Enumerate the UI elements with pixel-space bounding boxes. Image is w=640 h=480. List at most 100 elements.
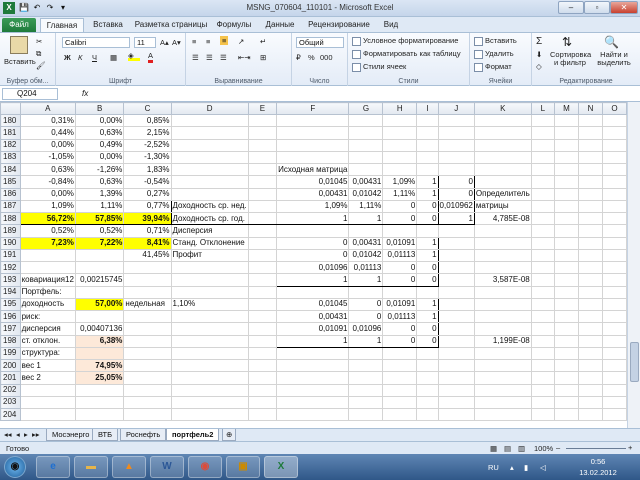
row-header[interactable]: 204 bbox=[0, 407, 21, 422]
align-bottom-icon[interactable]: ≡ bbox=[220, 36, 229, 45]
cell-m204[interactable] bbox=[553, 407, 580, 422]
cell-c203[interactable] bbox=[123, 395, 172, 410]
worksheet-grid[interactable]: ABCDEFGHIJKLMNO 180 0,31% 0,00% 0,85% 181 0,4… bbox=[0, 102, 627, 428]
zoom-in-button[interactable]: + bbox=[628, 443, 632, 452]
cell-o181[interactable] bbox=[601, 126, 627, 140]
autosum-button[interactable]: Σ bbox=[536, 36, 542, 47]
new-sheet-icon[interactable]: ⊕ bbox=[222, 429, 237, 441]
cell-n190[interactable] bbox=[578, 236, 603, 250]
cell-d190[interactable]: Станд. Отклонение bbox=[170, 236, 249, 250]
cell-c199[interactable] bbox=[123, 346, 172, 361]
cell-a190[interactable]: 7,23% bbox=[19, 236, 76, 250]
cell-i197[interactable]: 0 bbox=[416, 322, 439, 336]
cell-d198[interactable] bbox=[170, 334, 249, 348]
row-header[interactable]: 191 bbox=[0, 248, 21, 263]
cell-h196[interactable]: 0,01113 bbox=[382, 309, 418, 324]
column-header-b[interactable]: B bbox=[74, 102, 125, 115]
tab-review[interactable]: Рецензирование bbox=[304, 18, 374, 32]
cell-k197[interactable] bbox=[473, 322, 532, 336]
underline-button[interactable]: Ч bbox=[92, 53, 97, 62]
cell-c190[interactable]: 8,41% bbox=[123, 236, 172, 250]
cell-i184[interactable] bbox=[416, 162, 439, 177]
row-header[interactable]: 184 bbox=[0, 162, 21, 177]
cell-a187[interactable]: 1,09% bbox=[19, 199, 76, 214]
cell-n180[interactable] bbox=[578, 113, 603, 128]
row-header[interactable]: 185 bbox=[0, 175, 21, 189]
cell-a197[interactable]: дисперсия bbox=[19, 322, 76, 336]
cell-k192[interactable] bbox=[473, 260, 532, 275]
column-header-k[interactable]: K bbox=[473, 102, 532, 115]
cell-b203[interactable] bbox=[74, 395, 125, 410]
cell-h195[interactable]: 0,01091 bbox=[382, 297, 418, 312]
cell-f196[interactable]: 0,00431 bbox=[276, 309, 350, 324]
delete-cells-button[interactable]: Удалить bbox=[474, 49, 514, 59]
tab-data[interactable]: Данные bbox=[258, 18, 302, 32]
cell-j198[interactable] bbox=[437, 334, 475, 348]
row-header[interactable]: 182 bbox=[0, 138, 21, 152]
cell-j187[interactable]: 0,010962 bbox=[437, 199, 475, 214]
cell-n192[interactable] bbox=[578, 260, 603, 275]
cell-g203[interactable] bbox=[348, 395, 384, 410]
find-select-button[interactable]: Найти и выделить bbox=[594, 51, 634, 67]
cell-m202[interactable] bbox=[553, 383, 580, 397]
cell-c201[interactable] bbox=[123, 371, 172, 385]
cell-j203[interactable] bbox=[437, 395, 475, 410]
cell-n186[interactable] bbox=[578, 187, 603, 201]
page-break-view-icon[interactable]: ▥ bbox=[518, 444, 525, 453]
cell-i191[interactable]: 1 bbox=[416, 248, 439, 263]
cell-m187[interactable] bbox=[553, 199, 580, 214]
borders-icon[interactable]: ▦ bbox=[110, 53, 117, 62]
cell-l193[interactable] bbox=[530, 273, 555, 287]
network-icon[interactable]: ▮ bbox=[524, 463, 528, 472]
cell-c188[interactable]: 39,94% bbox=[123, 211, 172, 226]
cell-i193[interactable]: 0 bbox=[416, 273, 439, 287]
column-header-f[interactable]: F bbox=[276, 102, 350, 115]
cell-a203[interactable] bbox=[19, 395, 76, 410]
cell-i188[interactable]: 0 bbox=[416, 211, 439, 226]
orientation-icon[interactable]: ↗ bbox=[238, 37, 244, 46]
cell-m190[interactable] bbox=[553, 236, 580, 250]
cell-f181[interactable] bbox=[276, 126, 350, 140]
paste-button[interactable]: Вставить bbox=[4, 57, 36, 66]
column-header-n[interactable]: N bbox=[578, 102, 603, 115]
cell-o201[interactable] bbox=[601, 371, 627, 385]
cell-d187[interactable]: Доходность ср. нед. bbox=[170, 199, 249, 214]
column-header-c[interactable]: C bbox=[123, 102, 172, 115]
ie-taskbar-icon[interactable]: e bbox=[36, 456, 70, 478]
cell-i199[interactable] bbox=[416, 346, 439, 361]
cell-l195[interactable] bbox=[530, 297, 555, 312]
cell-o193[interactable] bbox=[601, 273, 627, 287]
percent-button[interactable]: % bbox=[308, 53, 315, 62]
cell-f194[interactable] bbox=[276, 285, 350, 299]
cell-c200[interactable] bbox=[123, 358, 172, 373]
cell-n184[interactable] bbox=[578, 162, 603, 177]
cell-d182[interactable] bbox=[170, 138, 249, 152]
cell-i192[interactable]: 0 bbox=[416, 260, 439, 275]
vlc-taskbar-icon[interactable]: ▲ bbox=[112, 456, 146, 478]
cell-n194[interactable] bbox=[578, 285, 603, 299]
row-header[interactable]: 203 bbox=[0, 395, 21, 410]
cell-i190[interactable]: 1 bbox=[416, 236, 439, 250]
cell-i196[interactable]: 1 bbox=[416, 309, 439, 324]
cell-e191[interactable] bbox=[247, 248, 278, 263]
cell-f186[interactable]: 0,00431 bbox=[276, 187, 350, 201]
cell-d199[interactable] bbox=[170, 346, 249, 361]
cell-b181[interactable]: 0,63% bbox=[74, 126, 125, 140]
cell-l191[interactable] bbox=[530, 248, 555, 263]
cell-b194[interactable] bbox=[74, 285, 125, 299]
select-all-corner[interactable] bbox=[0, 102, 21, 115]
row-header[interactable]: 199 bbox=[0, 346, 21, 361]
thousands-button[interactable]: 000 bbox=[320, 53, 333, 62]
cell-i203[interactable] bbox=[416, 395, 439, 410]
format-painter-icon[interactable]: 🖌 bbox=[36, 61, 46, 70]
find-icon[interactable]: 🔍 bbox=[604, 35, 619, 49]
column-header-d[interactable]: D bbox=[170, 102, 249, 115]
start-button[interactable]: ◉ bbox=[4, 456, 26, 478]
cell-i182[interactable] bbox=[416, 138, 439, 152]
cell-b182[interactable]: 0,49% bbox=[74, 138, 125, 152]
cell-e185[interactable] bbox=[247, 175, 278, 189]
row-header[interactable]: 192 bbox=[0, 260, 21, 275]
cell-h188[interactable]: 0 bbox=[382, 211, 418, 226]
normal-view-icon[interactable]: ▦ bbox=[490, 444, 497, 453]
cell-n203[interactable] bbox=[578, 395, 603, 410]
